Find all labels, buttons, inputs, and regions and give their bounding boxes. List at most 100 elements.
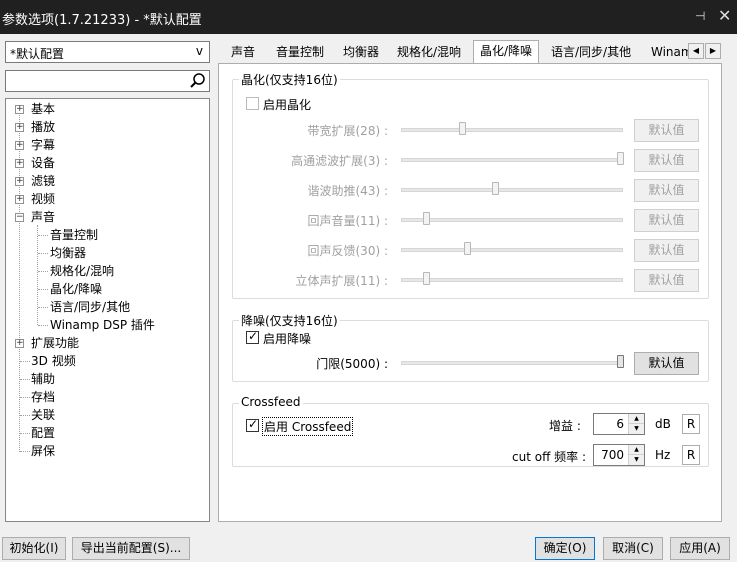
- echo-feedback-slider-thumb[interactable]: [464, 242, 471, 255]
- stereo-expand-label: 立体声扩展(11) :: [295, 274, 389, 288]
- gain-label: 增益 :: [549, 419, 581, 433]
- collapse-icon[interactable]: −: [15, 213, 24, 222]
- search-icon[interactable]: [189, 72, 207, 93]
- tree-item-3d-video[interactable]: 3D 视频: [31, 353, 76, 370]
- highpass-slider[interactable]: [401, 158, 623, 162]
- stereo-expand-slider[interactable]: [401, 278, 623, 282]
- tree-item-language-sync-other[interactable]: 语言/同步/其他: [50, 299, 130, 316]
- echo-volume-slider[interactable]: [401, 218, 623, 222]
- threshold-slider[interactable]: [401, 361, 623, 365]
- stereo-expand-default-button[interactable]: 默认值: [634, 269, 699, 292]
- pin-icon[interactable]: ⊣: [695, 9, 705, 23]
- profile-dropdown[interactable]: *默认配置 v: [5, 41, 210, 63]
- tree-item-crystalize-denoise[interactable]: 晶化/降噪: [50, 281, 103, 298]
- threshold-default-button[interactable]: 默认值: [634, 352, 699, 375]
- expand-icon[interactable]: +: [15, 339, 24, 348]
- tab-audio[interactable]: 声音: [225, 42, 261, 64]
- tree-item-basic[interactable]: + 基本: [15, 101, 55, 118]
- tab-normalize-reverb[interactable]: 规格化/混响: [391, 42, 467, 64]
- crossfeed-group-title: Crossfeed: [239, 395, 303, 409]
- expand-icon[interactable]: +: [15, 141, 24, 150]
- stereo-expand-slider-thumb[interactable]: [423, 272, 430, 285]
- spin-up-icon[interactable]: ▲: [629, 414, 644, 424]
- tree-item-assist[interactable]: 辅助: [31, 371, 55, 388]
- tree-item-label: 关联: [31, 408, 56, 422]
- cancel-button[interactable]: 取消(C): [603, 537, 663, 560]
- tab-scroll-right-icon[interactable]: ▶: [705, 43, 721, 59]
- tree-item-association[interactable]: 关联: [31, 407, 55, 424]
- tree-item-volume-control[interactable]: 音量控制: [50, 227, 98, 244]
- tree-item-label: 滤镜: [31, 174, 56, 188]
- initialize-button[interactable]: 初始化(I): [2, 537, 66, 560]
- bandwidth-slider-thumb[interactable]: [459, 122, 466, 135]
- tree-item-extensions[interactable]: + 扩展功能: [15, 335, 79, 352]
- echo-volume-label: 回声音量(11) :: [307, 214, 389, 228]
- tree-item-screensaver[interactable]: 屏保: [31, 443, 55, 460]
- gain-spinner[interactable]: 6 ▲ ▼: [593, 413, 645, 435]
- tree-item-video[interactable]: + 视频: [15, 191, 55, 208]
- spin-down-icon[interactable]: ▼: [629, 455, 644, 465]
- tree-item-playback[interactable]: + 播放: [15, 119, 55, 136]
- expand-icon[interactable]: +: [15, 177, 24, 186]
- title-bar: 参数选项(1.7.21233) - *默认配置 ⊣ ✕: [0, 0, 737, 34]
- chevron-down-icon: v: [195, 44, 203, 58]
- tab-volume-control[interactable]: 音量控制: [270, 42, 330, 64]
- highpass-slider-thumb[interactable]: [617, 152, 624, 165]
- cutoff-reset-button[interactable]: R: [682, 445, 700, 465]
- harmonic-slider-thumb[interactable]: [492, 182, 499, 195]
- tree-item-label: 晶化/降噪: [50, 282, 103, 296]
- expand-icon[interactable]: +: [15, 195, 24, 204]
- expand-icon[interactable]: +: [15, 159, 24, 168]
- export-config-button[interactable]: 导出当前配置(S)...: [72, 537, 190, 560]
- enable-denoise-checkbox[interactable]: [246, 329, 259, 344]
- tree-item-equalizer[interactable]: 均衡器: [50, 245, 86, 262]
- bandwidth-default-button[interactable]: 默认值: [634, 119, 699, 142]
- tree-item-label: 3D 视频: [31, 354, 76, 368]
- tree-item-label: 字幕: [31, 138, 56, 152]
- tab-language-sync-other[interactable]: 语言/同步/其他: [545, 42, 637, 64]
- tree-item-winamp-dsp[interactable]: Winamp DSP 插件: [50, 317, 155, 334]
- tree-item-label: 视频: [31, 192, 56, 206]
- tree-item-label: 声音: [31, 210, 56, 224]
- tree-item-normalize-reverb[interactable]: 规格化/混响: [50, 263, 114, 280]
- spin-up-icon[interactable]: ▲: [629, 445, 644, 455]
- tab-scroll-left-icon[interactable]: ◀: [688, 43, 704, 59]
- tree-item-config[interactable]: 配置: [31, 425, 55, 442]
- tree-item-archive[interactable]: 存档: [31, 389, 55, 406]
- tab-crystalize-denoise[interactable]: 晶化/降噪: [473, 40, 540, 65]
- spin-down-icon[interactable]: ▼: [629, 424, 644, 434]
- echo-volume-slider-thumb[interactable]: [423, 212, 430, 225]
- harmonic-default-button[interactable]: 默认值: [634, 179, 699, 202]
- close-icon[interactable]: ✕: [718, 6, 731, 25]
- enable-crossfeed-checkbox[interactable]: [246, 417, 259, 432]
- ok-button[interactable]: 确定(O): [535, 537, 595, 560]
- apply-button[interactable]: 应用(A): [670, 537, 730, 560]
- gain-reset-button[interactable]: R: [682, 414, 700, 434]
- search-input[interactable]: [5, 70, 210, 92]
- tab-strip: 声音 音量控制 均衡器 规格化/混响 晶化/降噪 语言/同步/其他 Winam …: [218, 40, 722, 65]
- tree-item-audio[interactable]: − 声音: [15, 209, 55, 226]
- bandwidth-slider[interactable]: [401, 128, 623, 132]
- echo-feedback-default-button[interactable]: 默认值: [634, 239, 699, 262]
- echo-feedback-label: 回声反馈(30) :: [307, 244, 389, 258]
- crystalize-group-title: 晶化(仅支持16位): [239, 71, 340, 88]
- cutoff-spinner[interactable]: 700 ▲ ▼: [593, 444, 645, 466]
- tab-equalizer[interactable]: 均衡器: [337, 42, 385, 64]
- tree-item-filters[interactable]: + 滤镜: [15, 173, 55, 190]
- highpass-default-button[interactable]: 默认值: [634, 149, 699, 172]
- tree-item-subtitles[interactable]: + 字幕: [15, 137, 55, 154]
- highpass-label: 高通滤波扩展(3) :: [291, 154, 388, 168]
- tree-item-device[interactable]: + 设备: [15, 155, 55, 172]
- crossfeed-group: Crossfeed 启用 Crossfeed 增益 : 6 ▲ ▼ dB R c…: [232, 395, 709, 467]
- echo-volume-default-button[interactable]: 默认值: [634, 209, 699, 232]
- expand-icon[interactable]: +: [15, 105, 24, 114]
- enable-crystalize-checkbox[interactable]: [246, 97, 259, 110]
- tree-item-label: 辅助: [31, 372, 56, 386]
- expand-icon[interactable]: +: [15, 123, 24, 132]
- cutoff-label: cut off 频率 :: [512, 450, 587, 464]
- settings-tree: + 基本 + 播放 + 字幕 + 设备 + 滤镜 + 视频 − 声音 音量控制 …: [5, 98, 210, 522]
- threshold-slider-thumb[interactable]: [617, 355, 624, 368]
- harmonic-slider[interactable]: [401, 188, 623, 192]
- echo-feedback-slider[interactable]: [401, 248, 623, 252]
- tree-item-label: 扩展功能: [31, 336, 80, 350]
